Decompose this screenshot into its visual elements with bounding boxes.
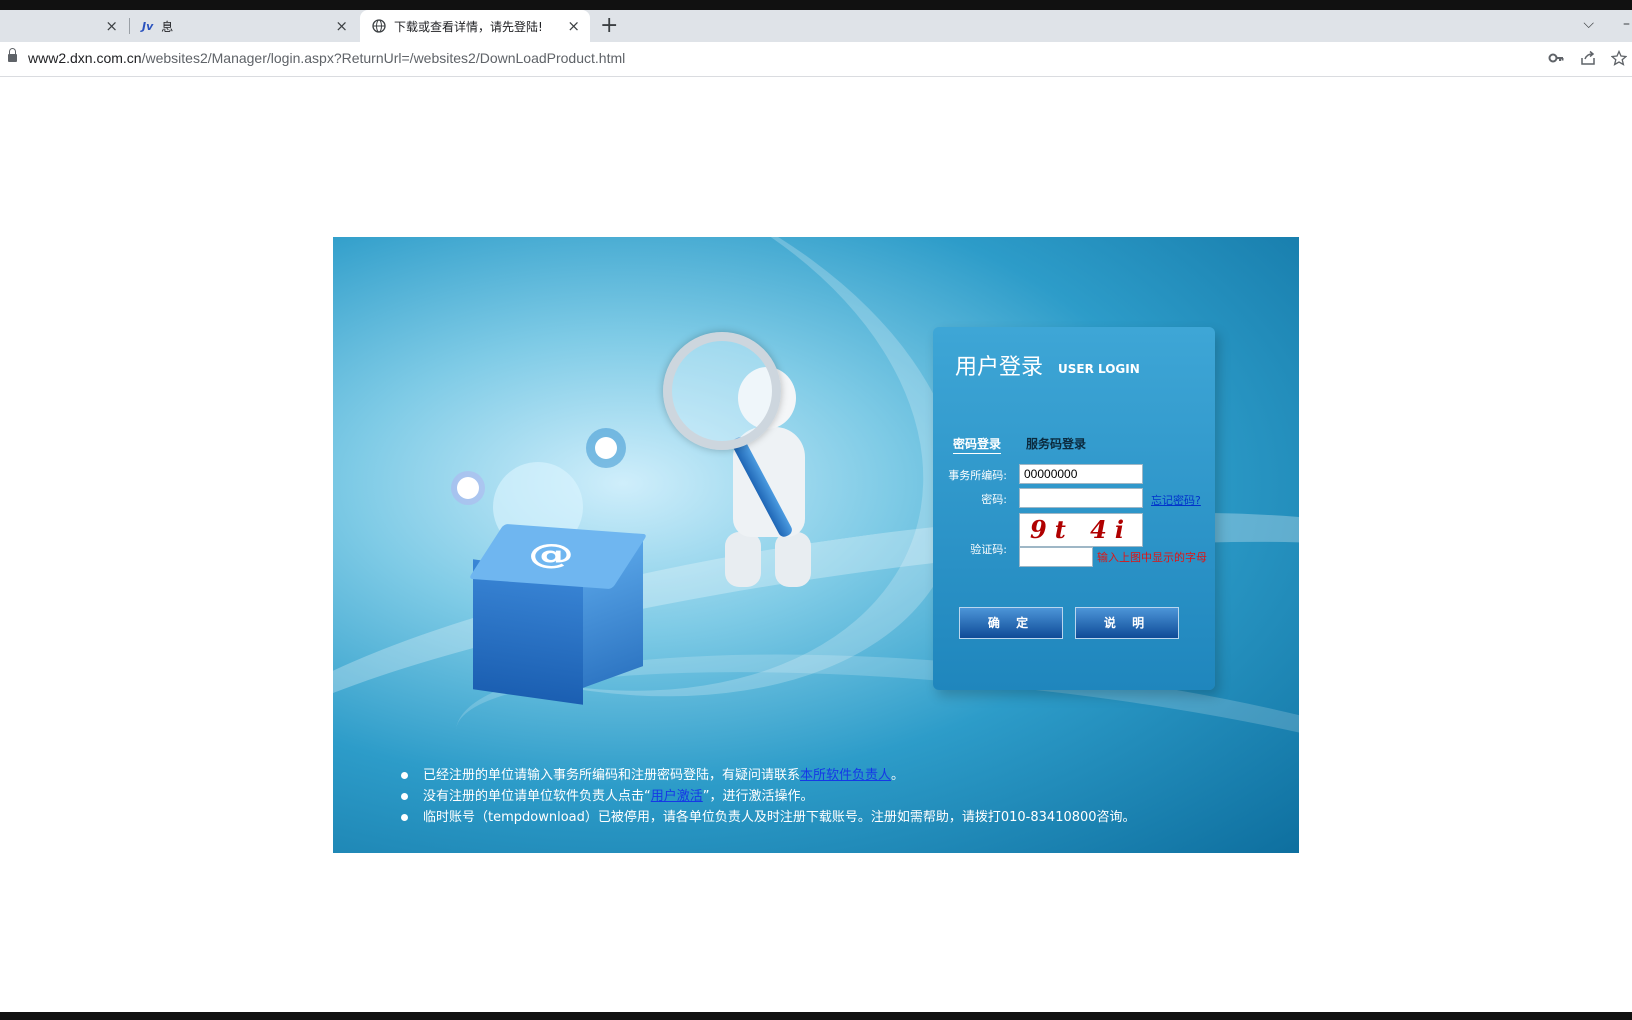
captcha-image[interactable]: 9t 4i [1019,513,1143,547]
globe-icon [372,19,386,33]
decor-bubble [457,477,479,499]
tab-3-title: 下载或查看详情，请先登陆! [394,19,543,34]
tab-2-title: 息 [161,19,174,34]
login-title-en: USER LOGIN [1058,362,1140,376]
magnifier-person-illustration [663,332,843,612]
notice-text: 临时账号（tempdownload）已被停用，请各单位负责人及时注册下载账号。注… [423,810,1136,825]
new-tab-button[interactable]: + [600,10,618,42]
share-icon[interactable] [1580,50,1596,66]
tab-1[interactable]: × [0,10,128,42]
help-button[interactable]: 说 明 [1075,607,1179,639]
url-text[interactable]: www2.dxn.com.cn/websites2/Manager/login.… [28,50,625,66]
notice-list: 已经注册的单位请输入事务所编码和注册密码登陆，有疑问请联系本所软件负责人。 没有… [401,765,1281,828]
forgot-password-link[interactable]: 忘记密码? [1151,492,1201,508]
office-code-label: 事务所编码: [948,469,1007,482]
app-logo-icon: Jv [142,19,154,33]
office-code-input[interactable] [1019,464,1143,484]
login-panel: 用户登录 USER LOGIN 密码登录 服务码登录 事务所编码: 密码: 忘记… [933,327,1215,690]
tab-search-chevron-down-icon[interactable]: ⌵ [1583,10,1594,38]
captcha-label: 验证码: [970,543,1007,556]
tab-password-login[interactable]: 密码登录 [953,435,1002,454]
tab-strip: × Jv 息 × 下载或查看详情，请先登陆! × + ⌵ – [0,10,1632,42]
window-minimize-icon[interactable]: – [1623,10,1630,38]
notice-item: 临时账号（tempdownload）已被停用，请各单位负责人及时注册下载账号。注… [401,807,1281,828]
tab-2[interactable]: Jv 息 × [132,10,358,42]
star-icon[interactable] [1611,50,1627,66]
figure-part [775,532,811,587]
login-banner: @ 用户登录 USER LOGIN 密码登录 服务码登录 事务所编码: 密码: … [333,237,1299,853]
tab-separator [129,18,130,34]
lock-icon[interactable] [8,48,17,62]
activate-user-link[interactable]: 用户激活 [651,789,703,804]
url-host: www2.dxn.com.cn [28,50,142,66]
notice-text: 。 [891,768,905,783]
contact-admin-link[interactable]: 本所软件负责人 [800,768,891,783]
password-input[interactable] [1019,488,1143,508]
at-sign-icon: @ [528,537,574,571]
notice-text: 没有注册的单位请单位软件负责人点击“ [423,789,651,804]
url-path: /websites2/Manager/login.aspx?ReturnUrl=… [141,50,626,66]
email-cube-icon: @ [468,523,648,705]
decor-bubble [595,437,617,459]
tab-3-active[interactable]: 下载或查看详情，请先登陆! × [360,10,590,42]
notice-text: 已经注册的单位请输入事务所编码和注册密码登陆，有疑问请联系 [423,768,801,783]
figure-part [725,532,761,587]
password-label: 密码: [981,493,1007,506]
notice-text: ”，进行激活操作。 [702,789,814,804]
window-top-border [0,0,1632,10]
magnifier-icon [663,332,781,450]
tab-3-close-icon[interactable]: × [567,17,580,35]
tab-2-close-icon[interactable]: × [335,17,348,35]
address-bar[interactable]: www2.dxn.com.cn/websites2/Manager/login.… [0,42,1632,77]
captcha-hint: 输入上图中显示的字母 [1097,551,1207,564]
notice-item: 没有注册的单位请单位软件负责人点击“用户激活”，进行激活操作。 [401,786,1281,807]
tab-1-close-icon[interactable]: × [105,17,118,35]
window-bottom-border [0,1012,1632,1020]
notice-item: 已经注册的单位请输入事务所编码和注册密码登陆，有疑问请联系本所软件负责人。 [401,765,1281,786]
confirm-button[interactable]: 确 定 [959,607,1063,639]
login-title: 用户登录 [955,355,1044,380]
key-icon[interactable] [1548,50,1564,66]
tab-service-code-login[interactable]: 服务码登录 [1026,435,1086,452]
